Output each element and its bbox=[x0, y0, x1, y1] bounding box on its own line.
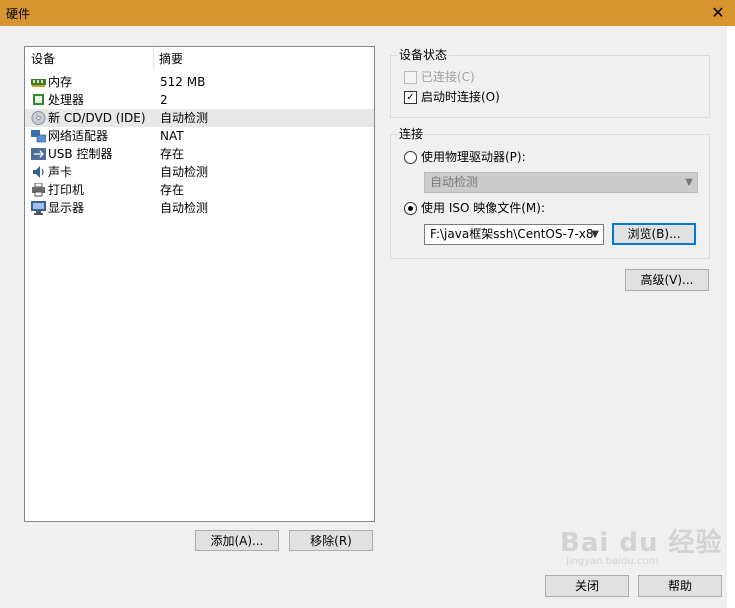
column-header-device[interactable]: 设备 bbox=[25, 47, 154, 69]
device-list[interactable]: 设备 摘要 内存 512 MB 处理器 2 新 CD/DVD (IDE) 自动检… bbox=[24, 46, 375, 522]
device-name: 声卡 bbox=[48, 165, 73, 179]
device-summary: 自动检测 bbox=[160, 165, 209, 179]
radio-circle bbox=[404, 151, 417, 164]
device-name: 网络适配器 bbox=[48, 129, 109, 143]
physical-drive-value: 自动检测 bbox=[430, 175, 479, 189]
device-status-group: 设备状态 已连接(C) ✓ 启动时连接(O) bbox=[390, 48, 710, 118]
physical-drive-label: 使用物理驱动器(P): bbox=[421, 150, 526, 164]
browse-button[interactable]: 浏览(B)... bbox=[612, 223, 696, 245]
advanced-button[interactable]: 高级(V)... bbox=[625, 269, 709, 291]
iso-image-label: 使用 ISO 映像文件(M): bbox=[421, 201, 545, 215]
radio-circle bbox=[404, 202, 417, 215]
physical-drive-select[interactable]: 自动检测 ▼ bbox=[424, 172, 698, 193]
connection-title: 连接 bbox=[397, 127, 426, 141]
checkbox-box bbox=[404, 71, 417, 84]
connected-label: 已连接(C) bbox=[421, 70, 475, 84]
connection-group: 连接 使用物理驱动器(P): 自动检测 ▼ 使用 ISO 映像文件(M): F:… bbox=[390, 127, 710, 259]
device-row-cd-dvd[interactable]: 新 CD/DVD (IDE) 自动检测 bbox=[25, 109, 374, 127]
cd-dvd-icon bbox=[31, 111, 46, 125]
column-header-summary[interactable]: 摘要 bbox=[154, 47, 359, 69]
device-name: 新 CD/DVD (IDE) bbox=[48, 111, 146, 125]
window-title: 硬件 bbox=[6, 7, 31, 21]
title-bar[interactable]: 硬件 ✕ bbox=[0, 0, 735, 26]
device-row-processor[interactable]: 处理器 2 bbox=[25, 91, 374, 109]
window-edge bbox=[727, 26, 735, 608]
memory-icon bbox=[31, 75, 46, 89]
hardware-dialog: 硬件 ✕ 设备 摘要 内存 512 MB 处理器 2 新 CD/DVD (IDE… bbox=[0, 0, 735, 608]
network-adapter-icon bbox=[31, 129, 47, 143]
device-row-sound-card[interactable]: 声卡 自动检测 bbox=[25, 163, 374, 181]
device-row-usb-controller[interactable]: USB 控制器 存在 bbox=[25, 145, 374, 163]
connect-at-power-on-label: 启动时连接(O) bbox=[421, 90, 500, 104]
device-row-memory[interactable]: 内存 512 MB bbox=[25, 73, 374, 91]
device-summary: 存在 bbox=[160, 183, 185, 197]
device-row-network-adapter[interactable]: 网络适配器 NAT bbox=[25, 127, 374, 145]
remove-button[interactable]: 移除(R) bbox=[289, 530, 373, 551]
add-button[interactable]: 添加(A)... bbox=[195, 530, 279, 551]
chevron-down-icon: ▼ bbox=[685, 177, 693, 188]
sound-card-icon bbox=[31, 165, 46, 179]
device-row-printer[interactable]: 打印机 存在 bbox=[25, 181, 374, 199]
baidu-watermark-url: jingyan.baidu.com bbox=[566, 556, 659, 567]
device-summary: NAT bbox=[160, 129, 184, 143]
help-button[interactable]: 帮助 bbox=[638, 575, 722, 597]
device-name: 处理器 bbox=[48, 93, 85, 107]
processor-icon bbox=[31, 93, 46, 107]
baidu-watermark: Bai du 经验 bbox=[560, 528, 723, 558]
device-summary: 2 bbox=[160, 93, 168, 107]
iso-path-value: F:\java框架ssh\CentOS-7-x8 bbox=[430, 227, 594, 241]
chevron-down-icon: ▼ bbox=[591, 229, 599, 240]
device-summary: 自动检测 bbox=[160, 201, 209, 215]
device-name: 显示器 bbox=[48, 201, 85, 215]
iso-path-input[interactable]: F:\java框架ssh\CentOS-7-x8 ▼ bbox=[424, 224, 604, 245]
device-summary: 512 MB bbox=[160, 75, 206, 89]
display-icon bbox=[31, 201, 46, 215]
device-name: 打印机 bbox=[48, 183, 85, 197]
checkmark-icon: ✓ bbox=[404, 91, 417, 104]
list-header: 设备 摘要 bbox=[25, 47, 374, 69]
device-name: USB 控制器 bbox=[48, 147, 113, 161]
printer-icon bbox=[31, 182, 46, 197]
device-summary: 自动检测 bbox=[160, 111, 209, 125]
close-button[interactable]: 关闭 bbox=[545, 575, 629, 597]
device-name: 内存 bbox=[48, 75, 73, 89]
device-summary: 存在 bbox=[160, 147, 185, 161]
usb-icon bbox=[31, 147, 46, 161]
close-icon[interactable]: ✕ bbox=[701, 0, 735, 26]
device-status-title: 设备状态 bbox=[397, 48, 450, 62]
device-row-display[interactable]: 显示器 自动检测 bbox=[25, 199, 374, 217]
